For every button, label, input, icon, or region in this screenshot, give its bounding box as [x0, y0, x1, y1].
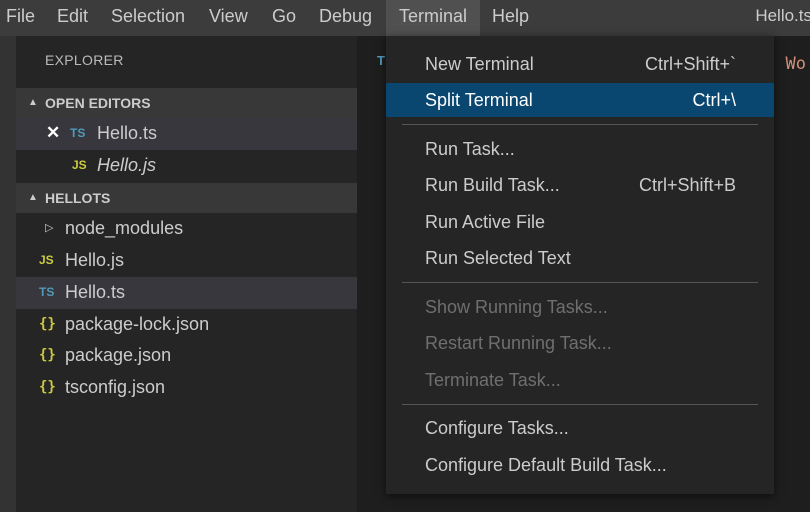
menu-item-label: Configure Default Build Task...	[425, 455, 667, 475]
menu-help[interactable]: Help	[492, 0, 529, 36]
caret-down-icon: ▲	[28, 192, 38, 203]
open-editor-item[interactable]: ✕ TS Hello.ts	[16, 118, 357, 150]
menu-item-label: Configure Tasks...	[425, 418, 569, 438]
tree-item-tsconfig[interactable]: {} tsconfig.json	[16, 372, 357, 404]
tree-item-label: Hello.js	[65, 250, 125, 270]
menu-item-terminate-task: Terminate Task...	[386, 363, 774, 397]
menu-item-split-terminal[interactable]: Split Terminal Ctrl+\	[386, 83, 774, 117]
menu-item-label: New Terminal	[425, 54, 534, 74]
activity-bar	[0, 36, 16, 512]
menu-item-restart-running-task: Restart Running Task...	[386, 326, 774, 360]
tree-item-package-json[interactable]: {} package.json	[16, 340, 357, 372]
caret-down-icon: ▲	[28, 97, 38, 108]
window-title: Hello.ts	[755, 6, 810, 25]
menu-view[interactable]: View	[209, 0, 248, 36]
menu-item-shortcut: Ctrl+Shift+`	[644, 54, 736, 74]
menu-separator	[402, 282, 758, 283]
tree-item-hello-ts[interactable]: TS Hello.ts	[16, 277, 357, 309]
menu-item-configure-default-build-task[interactable]: Configure Default Build Task...	[386, 448, 774, 482]
menu-item-new-terminal[interactable]: New Terminal Ctrl+Shift+`	[386, 47, 774, 81]
menu-edit[interactable]: Edit	[57, 0, 88, 36]
menu-debug[interactable]: Debug	[319, 0, 372, 36]
tree-item-hello-js[interactable]: JS Hello.js	[16, 245, 357, 277]
json-file-icon: {}	[39, 347, 56, 363]
menu-file[interactable]: File	[6, 0, 35, 36]
menu-item-shortcut: Ctrl+Shift+B	[638, 175, 736, 195]
menu-item-label: Restart Running Task...	[425, 333, 612, 353]
close-icon[interactable]: ✕	[46, 118, 60, 148]
menu-item-run-active-file[interactable]: Run Active File	[386, 205, 774, 239]
open-editors-header[interactable]: ▲ OPEN EDITORS	[16, 88, 357, 118]
tree-item-package-lock[interactable]: {} package-lock.json	[16, 309, 357, 341]
open-editor-item[interactable]: JS Hello.js	[16, 150, 357, 182]
explorer-title: EXPLORER	[45, 52, 124, 68]
open-editor-name: Hello.ts	[97, 123, 158, 143]
project-label: HELLOTS	[45, 190, 111, 206]
tree-item-label: package-lock.json	[65, 314, 210, 334]
menu-separator	[402, 404, 758, 405]
tree-item-label: tsconfig.json	[65, 377, 166, 397]
javascript-file-icon: JS	[39, 253, 54, 267]
menu-item-label: Run Task...	[425, 139, 515, 159]
menu-item-label: Terminate Task...	[425, 370, 561, 390]
menu-item-label: Split Terminal	[425, 90, 533, 110]
menu-item-run-selected-text[interactable]: Run Selected Text	[386, 241, 774, 275]
javascript-file-icon: JS	[72, 158, 87, 172]
tree-item-label: node_modules	[65, 218, 184, 238]
menu-separator	[402, 124, 758, 125]
menu-item-configure-tasks[interactable]: Configure Tasks...	[386, 411, 774, 445]
tree-item-label: package.json	[65, 345, 172, 365]
typescript-file-icon: TS	[39, 285, 55, 299]
terminal-menu: New Terminal Ctrl+Shift+` Split Terminal…	[386, 36, 774, 494]
menu-item-label: Run Selected Text	[425, 248, 571, 268]
menu-item-shortcut: Ctrl+\	[692, 90, 736, 110]
menu-bar: File Edit Selection View Go Debug Termin…	[0, 0, 810, 36]
chevron-right-icon: ▷	[45, 222, 54, 234]
tree-item-node-modules[interactable]: ▷ node_modules	[16, 213, 357, 245]
json-file-icon: {}	[39, 316, 56, 332]
menu-item-run-task[interactable]: Run Task...	[386, 132, 774, 166]
editor-tab-icon[interactable]: T	[377, 53, 385, 68]
json-file-icon: {}	[39, 379, 56, 395]
open-editor-name: Hello.js	[97, 155, 157, 175]
menu-item-label: Show Running Tasks...	[425, 297, 608, 317]
menu-selection[interactable]: Selection	[111, 0, 185, 36]
menu-item-label: Run Build Task...	[425, 175, 560, 195]
project-header[interactable]: ▲ HELLOTS	[16, 183, 357, 213]
menu-terminal[interactable]: Terminal	[386, 0, 480, 36]
menu-item-label: Run Active File	[425, 212, 546, 232]
typescript-file-icon: TS	[70, 126, 86, 140]
menu-item-run-build-task[interactable]: Run Build Task... Ctrl+Shift+B	[386, 168, 774, 202]
tree-item-label: Hello.ts	[65, 282, 126, 302]
open-editors-label: OPEN EDITORS	[45, 95, 151, 111]
menu-go[interactable]: Go	[272, 0, 296, 36]
menu-item-show-running-tasks: Show Running Tasks...	[386, 290, 774, 324]
explorer-sidebar: EXPLORER ▲ OPEN EDITORS ✕ TS Hello.ts JS…	[16, 36, 357, 512]
